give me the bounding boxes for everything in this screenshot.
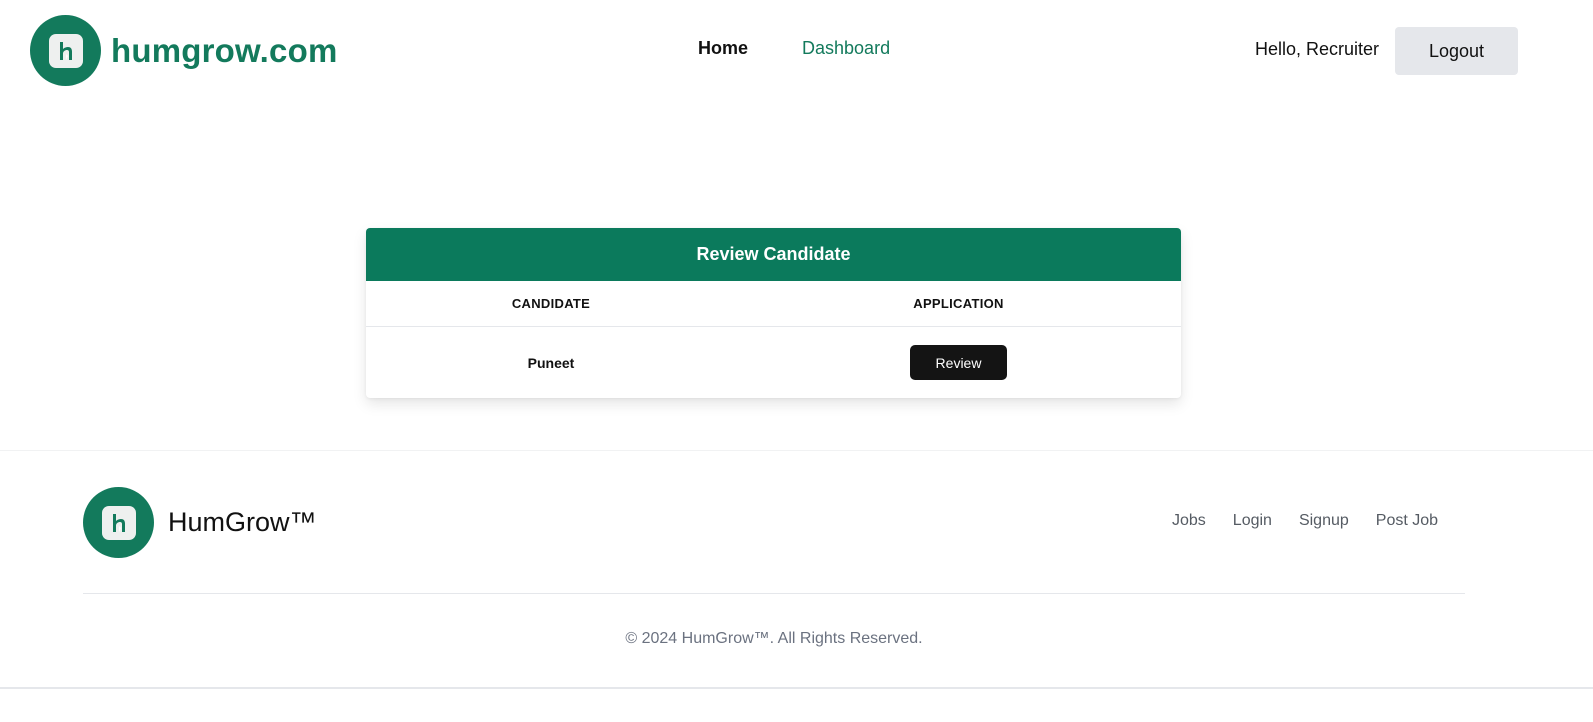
footer-link-login[interactable]: Login (1233, 512, 1272, 530)
footer-link-post-job[interactable]: Post Job (1376, 512, 1438, 530)
leaf-h-logo-icon (59, 41, 72, 60)
card-title: Review Candidate (366, 228, 1181, 281)
footer-link-signup[interactable]: Signup (1299, 512, 1349, 530)
column-header-candidate: CANDIDATE (511, 296, 591, 311)
main-nav: Home Dashboard (698, 38, 890, 59)
footer-brand-name: HumGrow™ (168, 507, 317, 537)
brand-name: humgrow.com (111, 31, 338, 69)
footer-divider (83, 593, 1465, 594)
application-cell: Review (736, 345, 1181, 380)
nav-dashboard-link[interactable]: Dashboard (802, 38, 890, 59)
candidate-name: Puneet (527, 354, 575, 371)
top-header: humgrow.com Home Dashboard Hello, Recrui… (0, 0, 1593, 100)
footer-link-jobs[interactable]: Jobs (1172, 512, 1206, 530)
logo-circle (30, 15, 101, 86)
review-button[interactable]: Review (910, 345, 1007, 380)
review-candidate-card: Review Candidate CANDIDATE APPLICATION P… (366, 228, 1181, 398)
footer-nav: Jobs Login Signup Post Job (1172, 512, 1438, 530)
column-header-application: APPLICATION (913, 296, 1004, 311)
page: humgrow.com Home Dashboard Hello, Recrui… (0, 0, 1593, 722)
brand-logo-link[interactable]: humgrow.com (30, 15, 337, 86)
candidates-table: CANDIDATE APPLICATION Puneet Review (366, 281, 1181, 398)
copyright-text: © 2024 HumGrow™. All Rights Reserved. (625, 630, 923, 647)
table-row: Puneet Review (366, 327, 1181, 398)
bottom-border (0, 687, 1593, 689)
user-greeting: Hello, Recruiter (1255, 39, 1380, 59)
table-header-row: CANDIDATE APPLICATION (366, 281, 1181, 327)
logo-tile (48, 33, 83, 68)
footer-top-border (0, 450, 1593, 451)
logout-button[interactable]: Logout (1395, 27, 1518, 75)
footer-brand-link[interactable]: HumGrow™ (83, 487, 317, 558)
leaf-h-logo-icon (112, 513, 125, 532)
footer-logo-tile (101, 505, 136, 540)
nav-home-link[interactable]: Home (698, 38, 748, 59)
footer-logo-circle (83, 487, 154, 558)
